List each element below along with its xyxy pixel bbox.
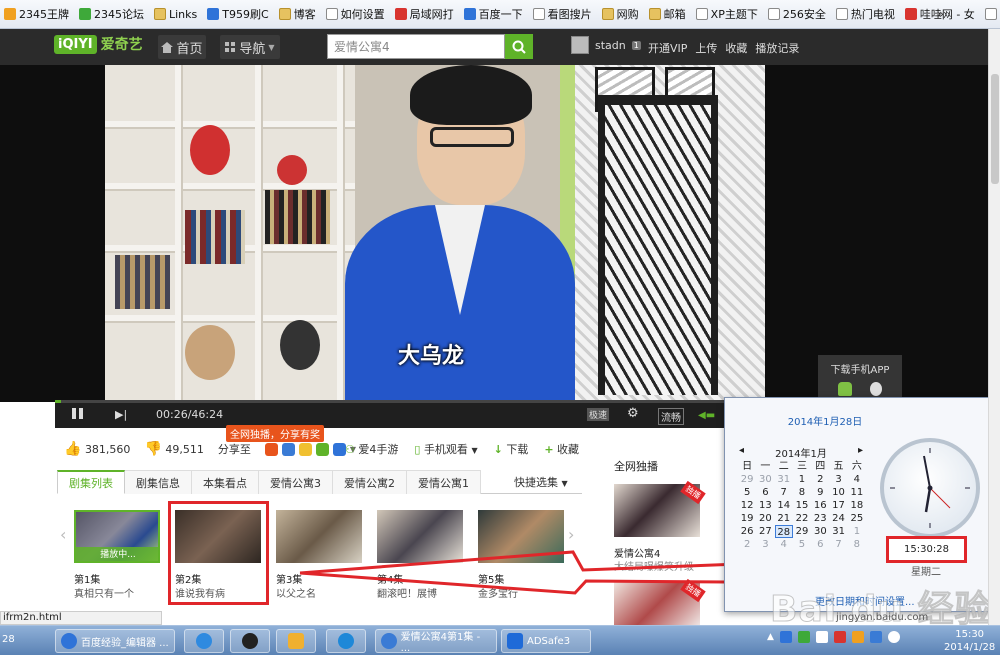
calendar-day[interactable]: 13 — [756, 499, 774, 512]
popup-date-header[interactable]: 2014年1月28日 — [725, 413, 925, 428]
calendar-day[interactable]: 31 — [775, 473, 793, 486]
ie-icon — [196, 633, 212, 649]
weekday-header: 日 — [742, 461, 753, 472]
calendar-day[interactable]: 3 — [829, 473, 847, 486]
tray-expand-icon[interactable]: ▲ — [767, 632, 774, 642]
calendar-day[interactable]: 2 — [811, 473, 829, 486]
calendar-day[interactable]: 20 — [756, 512, 774, 525]
calendar-grid: 日一二三四五六 29 30 31 1 2 3 4 5 6 7 8 9 10 11 12 13 14 15 16 17 18… — [738, 460, 866, 551]
calendar-day[interactable]: 22 — [793, 512, 811, 525]
weekday-header: 四 — [815, 461, 826, 472]
popup-weekday: 星期二 — [911, 567, 941, 578]
task-baidu-editor[interactable]: 百度经验_编辑器 ... — [55, 629, 175, 653]
k-app-icon — [338, 633, 354, 649]
browser-icon — [381, 633, 397, 649]
calendar-month[interactable]: 2014年1月 — [775, 445, 827, 460]
scrollbar-thumb[interactable] — [991, 74, 999, 184]
calendar-day[interactable]: 24 — [829, 512, 847, 525]
calendar-day[interactable]: 4 — [775, 538, 793, 551]
calendar-day[interactable]: 19 — [738, 512, 756, 525]
calendar-day[interactable]: 6 — [756, 486, 774, 499]
calendar-day[interactable]: 9 — [811, 486, 829, 499]
calendar-day[interactable]: 7 — [829, 538, 847, 551]
system-tray: ▲ — [767, 631, 900, 643]
tray-keyboard-icon[interactable] — [869, 631, 882, 643]
ie-icon — [61, 633, 77, 649]
calendar-day[interactable]: 18 — [848, 499, 866, 512]
calendar-day[interactable]: 31 — [829, 525, 847, 538]
prev-month-button[interactable]: ◂ — [739, 445, 744, 460]
calendar-day[interactable]: 2 — [738, 538, 756, 551]
task-iqiyi[interactable]: 爱情公寓4第1集 - ... — [375, 629, 497, 654]
calendar-day[interactable]: 25 — [848, 512, 866, 525]
next-month-button[interactable]: ▸ — [858, 445, 863, 460]
watermark-url: jingyan.baidu.com — [836, 612, 929, 623]
adsafe-icon — [507, 633, 523, 649]
taskbar-clock[interactable]: 15:30 2014/1/28 — [944, 628, 995, 654]
task-adsafe[interactable]: ADSafe3 — [501, 629, 591, 653]
qq-icon — [242, 633, 258, 649]
calendar-day[interactable]: 15 — [793, 499, 811, 512]
calendar-day[interactable]: 8 — [793, 486, 811, 499]
weekday-header: 五 — [833, 461, 844, 472]
calendar-day[interactable]: 8 — [848, 538, 866, 551]
tray-flag-icon[interactable] — [833, 631, 846, 643]
weekday-header: 一 — [760, 461, 771, 472]
task-label: 爱情公寓4第1集 - ... — [400, 632, 481, 654]
calendar-day[interactable]: 6 — [811, 538, 829, 551]
analog-clock — [880, 438, 980, 538]
task-label: 百度经验_编辑器 ... — [81, 637, 169, 649]
weekday-header: 二 — [778, 461, 789, 472]
taskbar-date: 2014/1/28 — [944, 642, 996, 653]
calendar-day[interactable]: 29 — [738, 473, 756, 486]
calendar-day[interactable]: 5 — [738, 486, 756, 499]
calendar-day[interactable]: 17 — [829, 499, 847, 512]
taskbar-time: 15:30 — [955, 629, 985, 640]
calendar-day[interactable]: 1 — [793, 473, 811, 486]
calendar-day[interactable]: 5 — [793, 538, 811, 551]
calendar-day[interactable]: 11 — [848, 486, 866, 499]
tray-shield-icon[interactable] — [779, 631, 792, 643]
status-url: ifrm2n.html — [0, 611, 162, 625]
calendar-day[interactable]: 30 — [811, 525, 829, 538]
calendar-day[interactable]: 1 — [848, 525, 866, 538]
calendar-day[interactable]: 26 — [738, 525, 756, 538]
weekday-header: 三 — [796, 461, 807, 472]
weekday-header: 六 — [851, 461, 862, 472]
calendar-day[interactable]: 3 — [756, 538, 774, 551]
tray-volume-icon[interactable] — [815, 631, 828, 643]
calendar-day[interactable]: 30 — [756, 473, 774, 486]
clock-hands — [890, 448, 970, 528]
tray-clock-icon[interactable] — [887, 631, 900, 643]
task-folder[interactable] — [276, 629, 316, 653]
popup-time: 15:30:28 — [886, 536, 967, 563]
taskbar: 28 百度经验_编辑器 ... 爱情公寓4第1集 - ... ADSafe3 ▲… — [0, 625, 1000, 655]
task-label: ADSafe3 — [527, 635, 571, 647]
taskbar-left-text: 28 — [2, 634, 15, 645]
calendar-day[interactable]: 4 — [848, 473, 866, 486]
calendar-day[interactable]: 29 — [793, 525, 811, 538]
calendar-day[interactable]: 28 — [774, 525, 793, 538]
tray-network-icon[interactable] — [797, 631, 810, 643]
calendar-day[interactable]: 21 — [775, 512, 793, 525]
task-k[interactable] — [326, 629, 366, 653]
vertical-scrollbar[interactable] — [988, 29, 1000, 625]
calendar-day[interactable]: 14 — [775, 499, 793, 512]
folder-icon — [288, 633, 304, 649]
tray-app-icon[interactable] — [851, 631, 864, 643]
calendar-day[interactable]: 23 — [811, 512, 829, 525]
task-qq[interactable] — [230, 629, 270, 653]
calendar-day[interactable]: 12 — [738, 499, 756, 512]
calendar-header: ◂ 2014年1月 ▸ — [739, 445, 863, 460]
task-ie[interactable] — [184, 629, 224, 653]
calendar-day[interactable]: 16 — [811, 499, 829, 512]
calendar-day[interactable]: 27 — [756, 525, 774, 538]
calendar-day[interactable]: 10 — [829, 486, 847, 499]
calendar-day[interactable]: 7 — [775, 486, 793, 499]
